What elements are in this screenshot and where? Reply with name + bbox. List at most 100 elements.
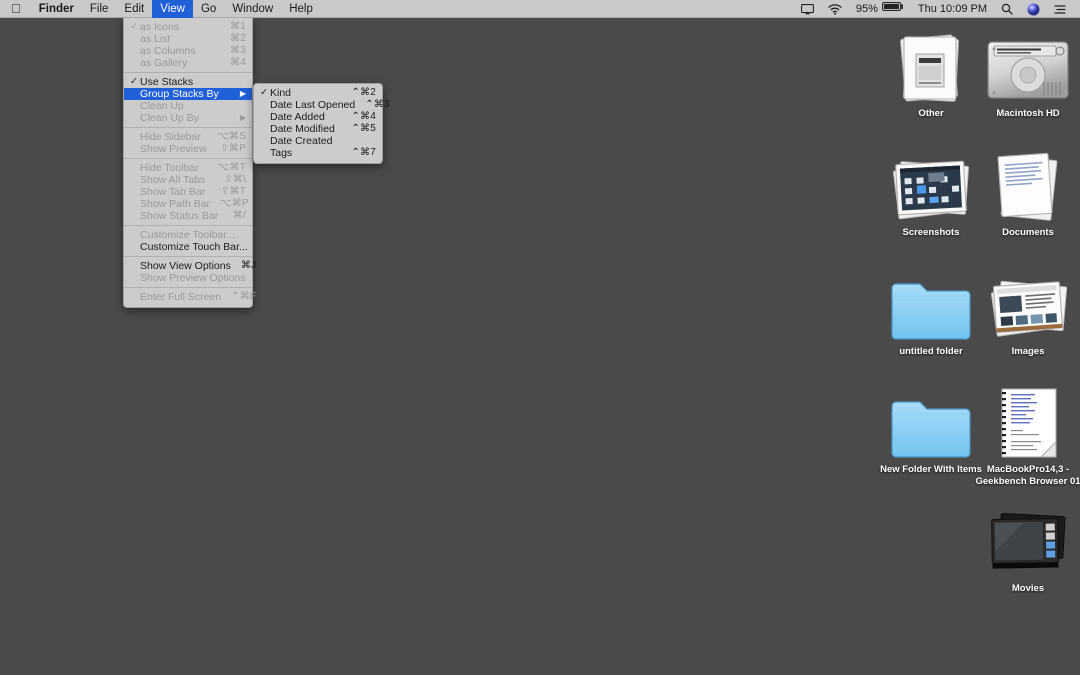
desktop-icon-label: Documents (1002, 227, 1054, 238)
checkmark-icon: ✓ (260, 87, 268, 98)
view-menu-item-label: Show All Tabs (140, 174, 206, 186)
desktop-icon-label: Movies (1011, 583, 1045, 594)
folder-icon (875, 382, 987, 460)
group-stacks-item-date-added[interactable]: Date Added ⌃⌘4 (254, 111, 382, 123)
view-menu-item-label: Show Path Bar (140, 198, 211, 210)
view-menu-item-clean-up: Clean Up (124, 100, 252, 112)
group-stacks-item-date-last-opened[interactable]: Date Last Opened ⌃⌘3 (254, 99, 390, 111)
view-menu-item-use-stacks[interactable]: ✓ Use Stacks (124, 76, 252, 88)
clock[interactable]: Thu 10:09 PM (911, 0, 994, 18)
group-stacks-item-kind[interactable]: ✓ Kind ⌃⌘2 (254, 87, 382, 99)
desktop-icon-macbookpro14-3-geekbench-browser-01[interactable]: MacBookPro14,3 - Geekbench Browser 01 (972, 382, 1080, 487)
group-stacks-item-date-created[interactable]: Date Created (254, 135, 382, 147)
screenshot-stack-icon (875, 145, 987, 223)
text-document-icon (972, 382, 1080, 460)
wifi-icon[interactable] (821, 0, 849, 18)
desktop-icon-other[interactable]: Other (875, 26, 987, 120)
desktop-icon-images[interactable]: Images (972, 264, 1080, 358)
view-menu-item-label: Hide Sidebar (140, 131, 201, 143)
view-menu-item-as-list: as List ⌘2 (124, 33, 252, 45)
desktop-icon-untitled-folder[interactable]: untitled folder (875, 264, 987, 358)
view-menu-item-label: Hide Toolbar (140, 162, 199, 174)
group-stacks-item-shortcut: ⌃⌘2 (351, 87, 376, 98)
view-menu-separator (124, 158, 252, 159)
view-menu-item-label: Show Status Bar (140, 210, 219, 222)
view-menu-item-show-all-tabs: Show All Tabs ⇧⌘\ (124, 174, 252, 186)
view-menu-item-shortcut: ⌥⌘P (220, 198, 249, 209)
desktop-icon-label: Other (918, 108, 944, 119)
document-stack-icon (875, 26, 987, 104)
view-menu-item-shortcut: ⇧⌘\ (224, 174, 246, 185)
group-stacks-item-shortcut: ⌃⌘7 (351, 147, 376, 158)
movie-stack-icon (972, 501, 1080, 579)
view-menu-item-label: Group Stacks By (140, 88, 219, 100)
view-menu-item-shortcut: ⌘4 (230, 57, 246, 68)
menu-bar:  Finder File Edit View Go Window Help 9… (0, 0, 1080, 18)
group-stacks-item-label: Tags (270, 147, 293, 159)
view-menu-item-label: Show View Options (140, 260, 231, 272)
view-menu-item-label: as Gallery (140, 57, 188, 69)
group-stacks-item-tags[interactable]: Tags ⌃⌘7 (254, 147, 382, 159)
view-menu-item-as-gallery: as Gallery ⌘4 (124, 57, 252, 69)
view-menu-item-label: Show Preview Options (140, 272, 246, 284)
spotlight-search-icon[interactable] (994, 0, 1020, 18)
desktop-icon-label: untitled folder (899, 346, 963, 357)
view-menu-item-group-stacks-by[interactable]: Group Stacks By ▶ (124, 88, 252, 100)
menu-help[interactable]: Help (281, 0, 321, 18)
view-menu-separator (124, 287, 252, 288)
view-menu-item-label: Customize Touch Bar... (140, 241, 248, 253)
siri-icon[interactable] (1020, 0, 1047, 18)
desktop-icon-macintosh-hd[interactable]: Macintosh HD (972, 26, 1080, 120)
view-menu-item-label: Customize Toolbar... (140, 229, 235, 241)
group-stacks-item-label: Date Modified (270, 123, 335, 135)
menu-edit[interactable]: Edit (116, 0, 152, 18)
view-menu-item-label: as Columns (140, 45, 196, 57)
view-menu-item-as-columns: as Columns ⌘3 (124, 45, 252, 57)
group-stacks-item-shortcut: ⌃⌘3 (365, 99, 390, 110)
group-stacks-item-label: Kind (270, 87, 292, 99)
view-menu-item-shortcut: ⌘2 (230, 33, 246, 44)
view-menu-item-shortcut: ⌘1 (230, 21, 246, 32)
desktop-icon-movies[interactable]: Movies (972, 501, 1080, 595)
view-menu-item-customize-touch-bar[interactable]: Customize Touch Bar... (124, 241, 252, 253)
menu-bar-app-menus:  Finder File Edit View Go Window Help (0, 0, 321, 18)
view-menu-item-shortcut: ⌥⌘T (217, 162, 246, 173)
view-menu-item-label: Clean Up (140, 100, 184, 112)
view-menu-item-clean-up-by: Clean Up By ▶ (124, 112, 252, 124)
view-menu-separator (124, 127, 252, 128)
view-menu-item-show-status-bar: Show Status Bar ⌘/ (124, 210, 252, 222)
submenu-arrow-icon: ▶ (239, 113, 246, 122)
desktop-icon-label: MacBookPro14,3 - Geekbench Browser 01 (975, 464, 1080, 487)
view-menu-item-show-preview-options: Show Preview Options (124, 272, 252, 284)
menu-bar-status-items: 95% Thu 10:09 PM (794, 0, 1080, 18)
view-menu-item-hide-sidebar: Hide Sidebar ⌥⌘S (124, 131, 252, 143)
view-menu-item-show-preview: Show Preview ⇧⌘P (124, 143, 252, 155)
menu-finder[interactable]: Finder (31, 0, 82, 18)
battery-percent-label: 95% (855, 3, 878, 15)
airplay-display-icon[interactable] (794, 0, 821, 18)
menu-window[interactable]: Window (224, 0, 281, 18)
hard-drive-icon (972, 26, 1080, 104)
menu-go[interactable]: Go (193, 0, 224, 18)
view-menu-item-shortcut: ⌘/ (232, 210, 246, 221)
paper-stack-icon (972, 145, 1080, 223)
desktop-icon-label: Images (1011, 346, 1045, 357)
menu-file[interactable]: File (82, 0, 117, 18)
group-stacks-item-label: Date Created (270, 135, 333, 147)
notification-center-icon[interactable] (1047, 0, 1073, 18)
checkmark-icon: ✓ (130, 76, 138, 87)
desktop-icon-screenshots[interactable]: Screenshots (875, 145, 987, 239)
view-menu-item-show-tab-bar: Show Tab Bar ⇧⌘T (124, 186, 252, 198)
apple-logo-icon[interactable]:  (0, 0, 31, 18)
menu-view[interactable]: View (152, 0, 193, 18)
view-menu-item-label: Enter Full Screen (140, 291, 222, 303)
group-stacks-item-shortcut: ⌃⌘5 (351, 123, 376, 134)
desktop-icon-new-folder-with-items[interactable]: New Folder With Items (875, 382, 987, 476)
view-menu-item-label: Show Preview (140, 143, 207, 155)
checkmark-icon: ✓ (130, 21, 138, 32)
view-menu-item-show-view-options[interactable]: Show View Options ⌘J (124, 260, 256, 272)
view-menu-item-shortcut: ⌘J (240, 260, 257, 271)
desktop-icon-documents[interactable]: Documents (972, 145, 1080, 239)
battery-status[interactable]: 95% (849, 0, 911, 18)
group-stacks-item-date-modified[interactable]: Date Modified ⌃⌘5 (254, 123, 382, 135)
